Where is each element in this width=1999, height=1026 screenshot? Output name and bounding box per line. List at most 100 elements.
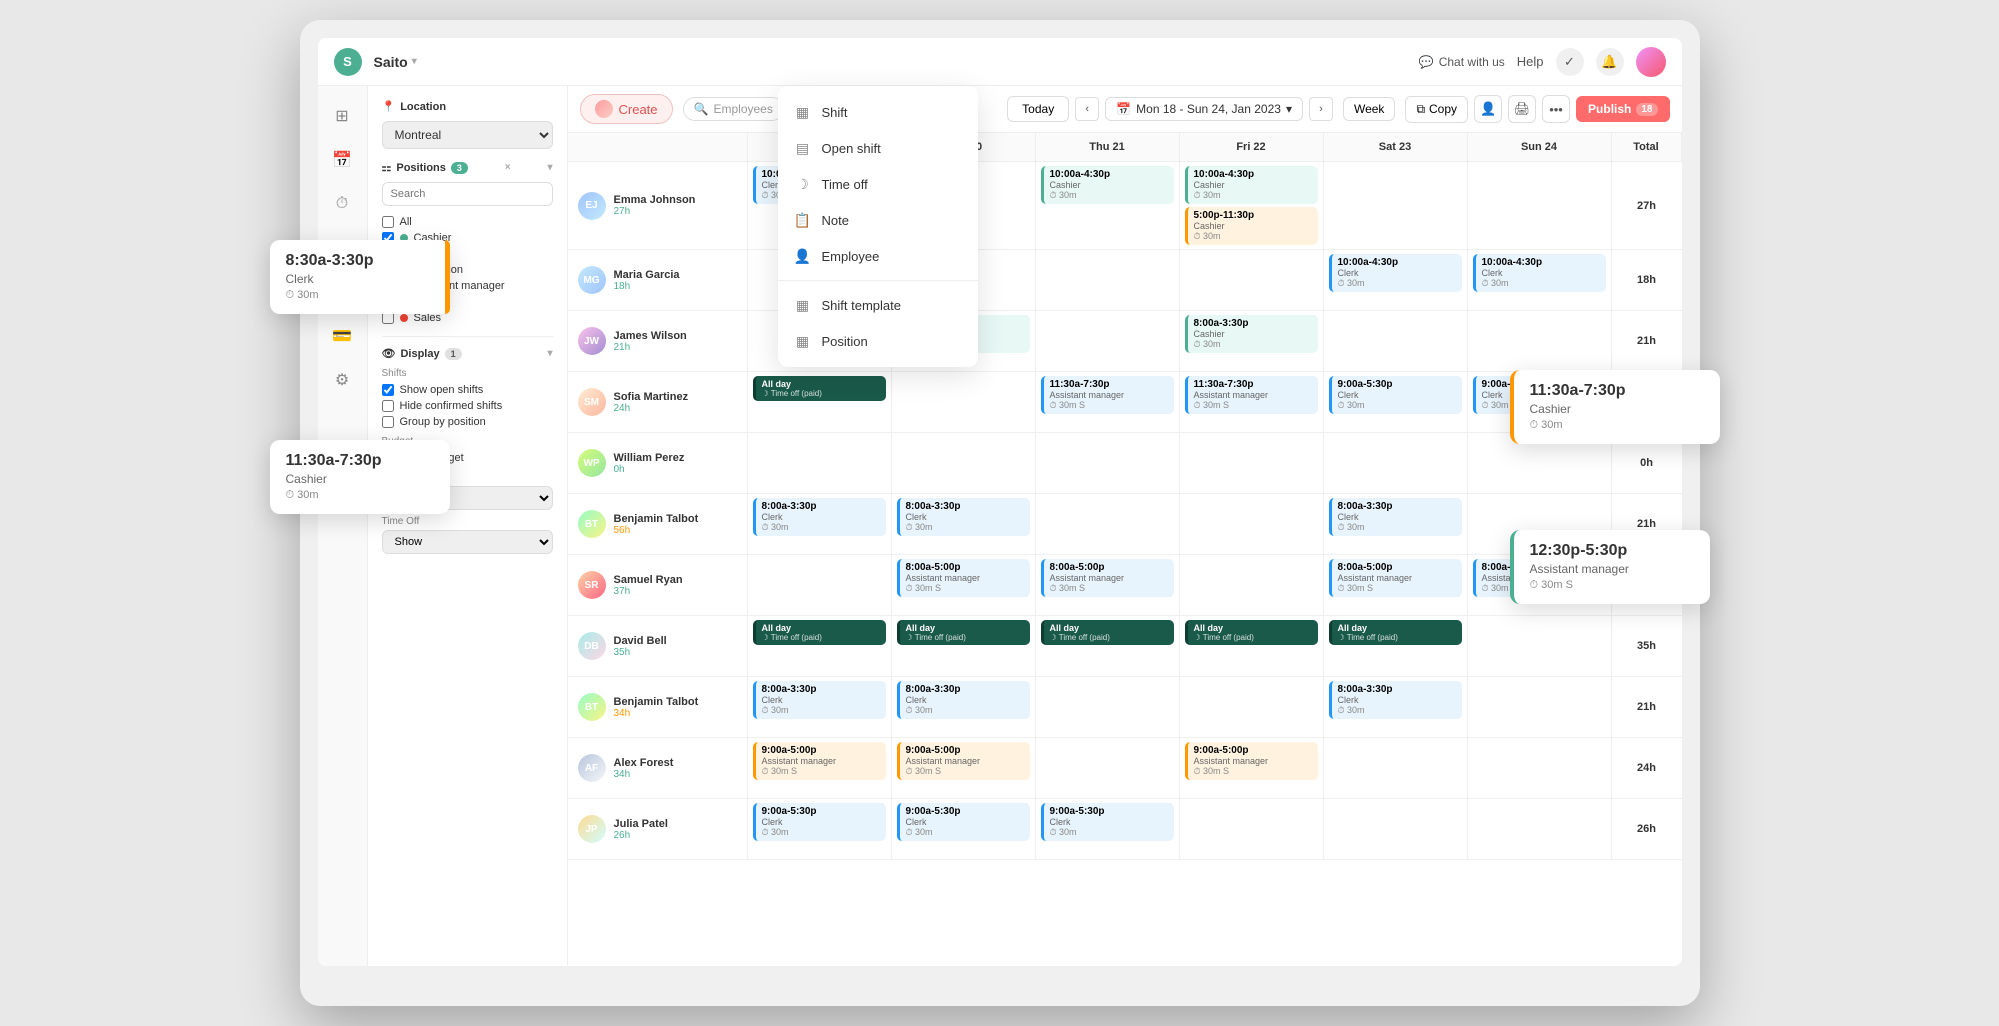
shift-card-timeoff[interactable]: All day ☽ Time off (paid): [1329, 620, 1462, 645]
shift-cell-wed[interactable]: 9:00a-5:00p Assistant manager ⏱ 30m S: [892, 738, 1036, 798]
group-by-position-checkbox[interactable]: [382, 416, 394, 428]
shift-cell-tue[interactable]: [748, 433, 892, 493]
shift-card[interactable]: 11:30a-7:30p Assistant manager ⏱ 30m S: [1041, 376, 1174, 414]
shift-cell-tue[interactable]: All day ☽ Time off (paid): [748, 372, 892, 432]
publish-button[interactable]: Publish 18: [1576, 96, 1669, 122]
shift-card[interactable]: 8:00a-3:30p Clerk ⏱ 30m: [897, 498, 1030, 536]
shift-cell-thu[interactable]: 8:00a-5:00p Assistant manager ⏱ 30m S: [1036, 555, 1180, 615]
shift-cell-sun[interactable]: [1468, 311, 1612, 371]
shift-cell-sat[interactable]: All day ☽ Time off (paid): [1324, 616, 1468, 676]
shift-cell-tue[interactable]: 9:00a-5:00p Assistant manager ⏱ 30m S: [748, 738, 892, 798]
nav-schedule[interactable]: 📅: [324, 142, 360, 178]
shift-cell-thu[interactable]: [1036, 738, 1180, 798]
shift-card[interactable]: 8:00a-5:00p Assistant manager ⏱ 30m S: [897, 559, 1030, 597]
shift-card[interactable]: 10:00a-4:30p Clerk ⏱ 30m: [1473, 254, 1606, 292]
positions-collapse[interactable]: ×: [505, 162, 511, 173]
shift-cell-sat[interactable]: 8:00a-3:30p Clerk ⏱ 30m: [1324, 677, 1468, 737]
shift-cell-fri[interactable]: [1180, 250, 1324, 310]
group-by-position[interactable]: Group by position: [382, 414, 553, 430]
dropdown-employee[interactable]: 👤 Employee: [778, 238, 978, 274]
shift-cell-sun[interactable]: [1468, 799, 1612, 859]
shift-card[interactable]: 9:00a-5:30p Clerk ⏱ 30m: [753, 803, 886, 841]
shift-cell-thu[interactable]: 11:30a-7:30p Assistant manager ⏱ 30m S: [1036, 372, 1180, 432]
shift-cell-tue[interactable]: 9:00a-5:30p Clerk ⏱ 30m: [748, 799, 892, 859]
hide-confirmed-shifts[interactable]: Hide confirmed shifts: [382, 398, 553, 414]
shift-cell-fri[interactable]: 11:30a-7:30p Assistant manager ⏱ 30m S: [1180, 372, 1324, 432]
shift-card[interactable]: 5:00p-11:30p Cashier ⏱ 30m: [1185, 207, 1318, 245]
shift-cell-wed[interactable]: 8:00a-3:30p Clerk ⏱ 30m: [892, 677, 1036, 737]
shift-cell-thu[interactable]: [1036, 250, 1180, 310]
shift-card-timeoff[interactable]: All day ☽ Time off (paid): [1041, 620, 1174, 645]
shift-cell-thu[interactable]: [1036, 311, 1180, 371]
dropdown-open-shift[interactable]: ▤ Open shift: [778, 130, 978, 166]
position-all-checkbox[interactable]: [382, 216, 394, 228]
dropdown-note[interactable]: 📋 Note: [778, 202, 978, 238]
timeoff-filter-select[interactable]: Show: [382, 530, 553, 554]
shift-cell-fri[interactable]: [1180, 433, 1324, 493]
shift-cell-wed[interactable]: 8:00a-5:00p Assistant manager ⏱ 30m S: [892, 555, 1036, 615]
shift-card[interactable]: 8:00a-5:00p Assistant manager ⏱ 30m S: [1041, 559, 1174, 597]
shift-cell-thu[interactable]: All day ☽ Time off (paid): [1036, 616, 1180, 676]
dropdown-position[interactable]: ▦ Position: [778, 323, 978, 359]
shift-cell-wed[interactable]: [892, 433, 1036, 493]
shift-cell-tue[interactable]: 8:00a-3:30p Clerk ⏱ 30m: [748, 677, 892, 737]
nav-billing[interactable]: 💳: [324, 318, 360, 354]
shift-card-timeoff[interactable]: All day ☽ Time off (paid): [753, 376, 886, 401]
hide-confirmed-checkbox[interactable]: [382, 400, 394, 412]
shift-cell-sat[interactable]: 8:00a-3:30p Clerk ⏱ 30m: [1324, 494, 1468, 554]
location-select[interactable]: Montreal: [382, 121, 553, 149]
positions-expand[interactable]: ▾: [547, 162, 552, 173]
shift-card[interactable]: 9:00a-5:00p Assistant manager ⏱ 30m S: [1185, 742, 1318, 780]
shift-cell-fri[interactable]: 10:00a-4:30p Cashier ⏱ 30m 5:00p-11:30p …: [1180, 162, 1324, 249]
shift-cell-tue[interactable]: [748, 555, 892, 615]
week-selector[interactable]: Week: [1343, 97, 1395, 121]
help-link[interactable]: Help: [1517, 54, 1544, 69]
shift-card[interactable]: 8:00a-3:30p Clerk ⏱ 30m: [753, 681, 886, 719]
check-icon-btn[interactable]: ✓: [1556, 48, 1584, 76]
position-all[interactable]: All: [382, 214, 553, 230]
shift-card[interactable]: 10:00a-4:30p Clerk ⏱ 30m: [1329, 254, 1462, 292]
shift-cell-fri[interactable]: [1180, 677, 1324, 737]
nav-settings[interactable]: ⚙: [324, 362, 360, 398]
more-icon-btn[interactable]: •••: [1542, 95, 1570, 123]
shift-cell-sat[interactable]: [1324, 162, 1468, 249]
positions-search[interactable]: [382, 182, 553, 206]
date-range-button[interactable]: 📅 Mon 18 - Sun 24, Jan 2023 ▾: [1105, 97, 1303, 121]
print-icon-btn[interactable]: 🖨: [1508, 95, 1536, 123]
shift-cell-wed[interactable]: All day ☽ Time off (paid): [892, 616, 1036, 676]
shift-card[interactable]: 8:00a-3:30p Clerk ⏱ 30m: [1329, 681, 1462, 719]
shift-cell-sat[interactable]: [1324, 799, 1468, 859]
shift-cell-sat[interactable]: [1324, 738, 1468, 798]
shift-cell-thu[interactable]: 9:00a-5:30p Clerk ⏱ 30m: [1036, 799, 1180, 859]
show-open-shifts-checkbox[interactable]: [382, 384, 394, 396]
shift-card[interactable]: 9:00a-5:00p Assistant manager ⏱ 30m S: [753, 742, 886, 780]
prev-week-button[interactable]: ‹: [1075, 97, 1099, 121]
dropdown-shift[interactable]: ▦ Shift: [778, 94, 978, 130]
nav-home[interactable]: ⊞: [324, 98, 360, 134]
app-brand[interactable]: Saito ▾: [374, 54, 417, 70]
shift-cell-sun[interactable]: [1468, 162, 1612, 249]
shift-cell-thu[interactable]: [1036, 494, 1180, 554]
shift-cell-sun[interactable]: [1468, 677, 1612, 737]
shift-card[interactable]: 9:00a-5:30p Clerk ⏱ 30m: [1041, 803, 1174, 841]
shift-card[interactable]: 8:00a-3:30p Clerk ⏱ 30m: [753, 498, 886, 536]
chat-button[interactable]: 💬 Chat with us: [1419, 55, 1505, 69]
shift-cell-fri[interactable]: All day ☽ Time off (paid): [1180, 616, 1324, 676]
shift-card[interactable]: 8:00a-3:30p Cashier ⏱ 30m: [1185, 315, 1318, 353]
shift-card[interactable]: 10:00a-4:30p Cashier ⏱ 30m: [1185, 166, 1318, 204]
user-avatar[interactable]: [1636, 47, 1666, 77]
shift-cell-sat[interactable]: 10:00a-4:30p Clerk ⏱ 30m: [1324, 250, 1468, 310]
shift-cell-thu[interactable]: [1036, 433, 1180, 493]
shift-cell-wed[interactable]: [892, 372, 1036, 432]
shift-card[interactable]: 11:30a-7:30p Assistant manager ⏱ 30m S: [1185, 376, 1318, 414]
shift-cell-sun[interactable]: [1468, 738, 1612, 798]
shift-cell-sat[interactable]: [1324, 433, 1468, 493]
users-icon-btn[interactable]: 👤: [1474, 95, 1502, 123]
shift-cell-fri[interactable]: 8:00a-3:30p Cashier ⏱ 30m: [1180, 311, 1324, 371]
dropdown-shift-template[interactable]: ▦ Shift template: [778, 287, 978, 323]
shift-cell-sat[interactable]: 8:00a-5:00p Assistant manager ⏱ 30m S: [1324, 555, 1468, 615]
shift-cell-sat[interactable]: [1324, 311, 1468, 371]
shift-cell-wed[interactable]: 8:00a-3:30p Clerk ⏱ 30m: [892, 494, 1036, 554]
shift-cell-thu[interactable]: 10:00a-4:30p Cashier ⏱ 30m: [1036, 162, 1180, 249]
today-button[interactable]: Today: [1007, 96, 1069, 122]
